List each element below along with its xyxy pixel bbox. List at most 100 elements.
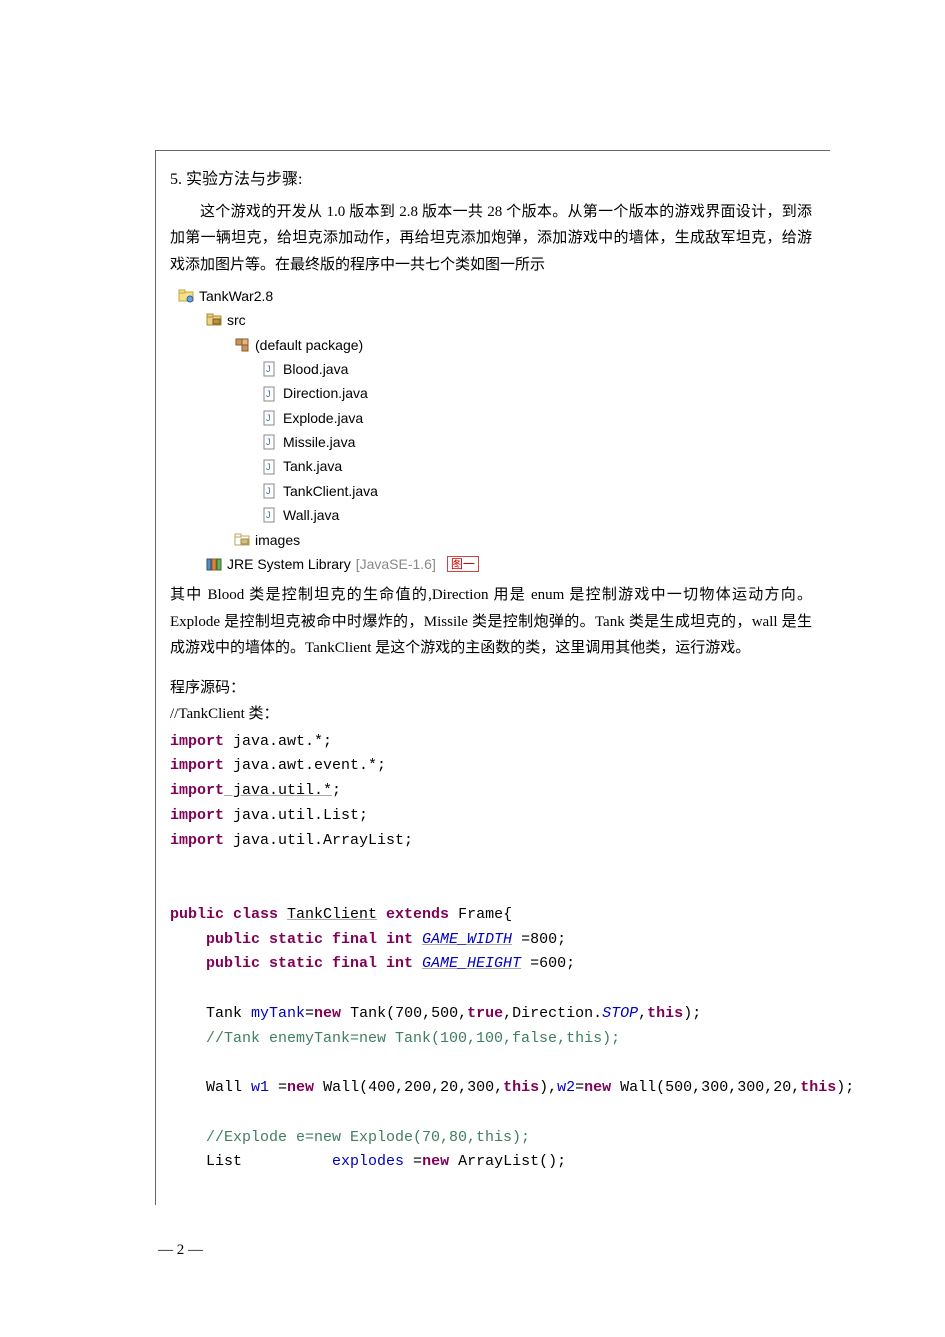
page-number: — 2 — <box>158 1242 203 1259</box>
code-const: GAME_HEIGHT <box>422 955 521 972</box>
svg-text:J: J <box>266 486 271 496</box>
code-kw: this <box>647 1005 683 1022</box>
code-text: ); <box>683 1005 701 1022</box>
file-label: Tank.java <box>283 455 342 477</box>
java-file: J Tank.java <box>178 454 812 478</box>
code-text: = <box>404 1153 422 1170</box>
svg-text:J: J <box>266 462 271 472</box>
code-text: Tank(700,500, <box>341 1005 467 1022</box>
figure-caption: 图一 <box>447 556 479 572</box>
folder-icon <box>234 532 250 548</box>
java-file-icon: J <box>262 434 278 450</box>
svg-text:J: J <box>266 389 271 399</box>
code-kw: public class <box>170 906 287 923</box>
java-file-icon: J <box>262 483 278 499</box>
project-label: TankWar2.8 <box>199 285 273 307</box>
java-file: J Blood.java <box>178 357 812 381</box>
code-class: TankClient <box>287 906 377 923</box>
svg-text:J: J <box>266 437 271 447</box>
code-text: ; <box>332 782 341 799</box>
java-file: J Missile.java <box>178 430 812 454</box>
file-label: Explode.java <box>283 407 363 429</box>
library-icon <box>206 556 222 572</box>
src-label: src <box>227 309 246 331</box>
code-kw: import <box>170 757 224 774</box>
code-kw: import <box>170 807 224 824</box>
code-kw: new <box>314 1005 341 1022</box>
code-text: List <box>170 1153 332 1170</box>
code-kw: this <box>503 1079 539 1096</box>
code-text: ), <box>539 1079 557 1096</box>
code-text: Frame{ <box>449 906 512 923</box>
package-label: (default package) <box>255 334 363 356</box>
source-code-block: import java.awt.*; import java.awt.event… <box>170 730 812 1176</box>
package-node: (default package) <box>178 333 812 357</box>
file-label: Missile.java <box>283 431 355 453</box>
code-field: explodes <box>332 1153 404 1170</box>
java-file-icon: J <box>262 507 278 523</box>
file-label: Blood.java <box>283 358 348 380</box>
images-label: images <box>255 529 300 551</box>
code-text: =800; <box>512 931 566 948</box>
code-text: = <box>575 1079 584 1096</box>
file-label: Direction.java <box>283 382 368 404</box>
code-kw: new <box>422 1153 449 1170</box>
java-file: J TankClient.java <box>178 479 812 503</box>
file-label: Wall.java <box>283 504 339 526</box>
project-node: TankWar2.8 <box>178 284 812 308</box>
code-text: = <box>305 1005 314 1022</box>
svg-text:J: J <box>266 413 271 423</box>
images-folder: images <box>178 528 812 552</box>
code-kw: public static final int <box>170 955 422 972</box>
code-text: java.awt.event.*; <box>224 757 386 774</box>
java-file: J Explode.java <box>178 406 812 430</box>
code-kw: public static final int <box>170 931 422 948</box>
library-version: [JavaSE-1.6] <box>356 553 436 575</box>
code-text: Wall <box>170 1079 251 1096</box>
code-kw: this <box>800 1079 836 1096</box>
source-code-label: 程序源码： <box>170 675 812 701</box>
code-text: Tank <box>170 1005 251 1022</box>
code-field: w2 <box>557 1079 575 1096</box>
code-comment: //Explode e=new Explode(70,80,this); <box>170 1129 530 1146</box>
src-folder-icon <box>206 312 222 328</box>
code-const: STOP <box>602 1005 638 1022</box>
svg-text:J: J <box>266 364 271 374</box>
library-label: JRE System Library <box>227 553 351 575</box>
java-file: J Direction.java <box>178 381 812 405</box>
code-text: java.util.List; <box>224 807 368 824</box>
code-kw: import <box>170 832 224 849</box>
code-text: ,Direction. <box>503 1005 602 1022</box>
java-file-icon: J <box>262 410 278 426</box>
code-kw: new <box>584 1079 611 1096</box>
code-text: Wall(500,300,300,20, <box>611 1079 800 1096</box>
code-kw: true <box>467 1005 503 1022</box>
code-kw: extends <box>377 906 449 923</box>
code-text: java.util.* <box>224 782 332 799</box>
code-text: , <box>638 1005 647 1022</box>
package-icon <box>234 337 250 353</box>
code-text: java.util.ArrayList; <box>224 832 413 849</box>
code-field: w1 <box>251 1079 269 1096</box>
code-text: Wall(400,200,20,300, <box>314 1079 503 1096</box>
code-text: ArrayList(); <box>449 1153 566 1170</box>
java-file-icon: J <box>262 361 278 377</box>
code-kw: new <box>287 1079 314 1096</box>
java-file-icon: J <box>262 459 278 475</box>
code-kw: import <box>170 733 224 750</box>
java-file-icon: J <box>262 386 278 402</box>
page-content-frame: 5. 实验方法与步骤: 这个游戏的开发从 1.0 版本到 2.8 版本一共 28… <box>155 150 830 1205</box>
intro-paragraph: 这个游戏的开发从 1.0 版本到 2.8 版本一共 28 个版本。从第一个版本的… <box>170 199 812 278</box>
package-explorer-tree: TankWar2.8 src (default package) J Blood… <box>178 284 812 577</box>
code-const: GAME_WIDTH <box>422 931 512 948</box>
code-text: =600; <box>521 955 575 972</box>
code-text: ); <box>836 1079 854 1096</box>
tankclient-class-label: //TankClient 类： <box>170 701 812 727</box>
code-field: myTank <box>251 1005 305 1022</box>
code-text: = <box>269 1079 287 1096</box>
src-node: src <box>178 308 812 332</box>
code-text: java.awt.*; <box>224 733 332 750</box>
jre-library-node: JRE System Library [JavaSE-1.6] 图一 <box>178 552 812 576</box>
code-kw: import <box>170 782 224 799</box>
project-icon <box>178 288 194 304</box>
